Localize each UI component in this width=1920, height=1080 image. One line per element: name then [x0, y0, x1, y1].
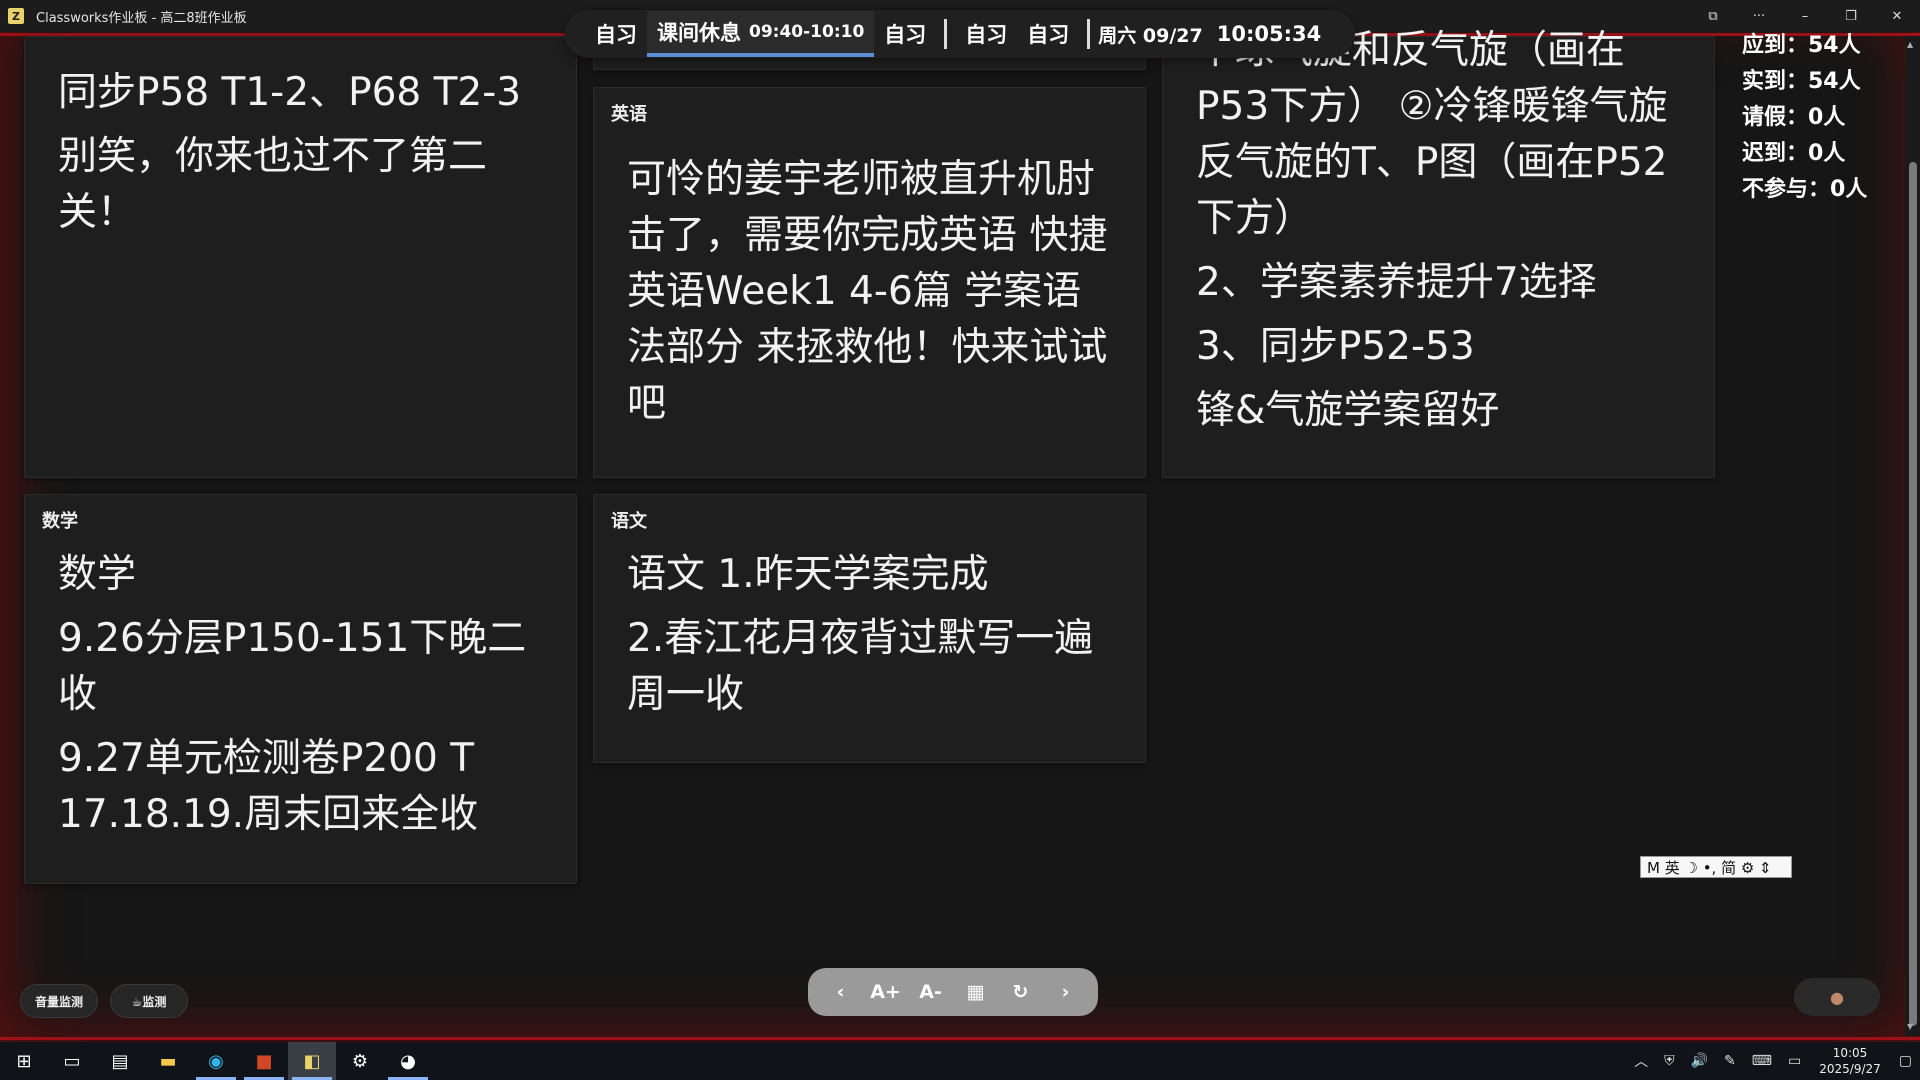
attendance-panel[interactable]: 应到：54人 实到：54人 请假：0人 迟到：0人 不参与：0人	[1742, 28, 1892, 208]
ime-status: M 英 ☽ •, 简 ⚙ ⇕	[1647, 858, 1772, 877]
card-title: 数学	[42, 511, 78, 532]
app-icon[interactable]: ▤	[96, 1042, 144, 1080]
taskbar-clock[interactable]: 10:05 2025/9/27	[1809, 1045, 1891, 1077]
homework-line: 数学	[58, 552, 137, 597]
attendance-present: 实到：54人	[1742, 69, 1861, 94]
schedule-divider	[1087, 19, 1091, 49]
taskbar: ⊞ ▭ ▤ ▬ ◉ ■ ◧ ⚙ ◕ ︿ ⛨ 🔊 ✎ ⌨ ▭ 10:05 2025…	[0, 1042, 1920, 1080]
card-content: 半球气旋和反气旋（画在P53下方） ②冷锋暖锋气旋反气旋的T、P图（画在P52下…	[1196, 23, 1689, 447]
pen-icon[interactable]: ✎	[1716, 1053, 1744, 1069]
scroll-up-icon[interactable]: ▲	[1907, 40, 1913, 49]
homework-card-top-right[interactable]: 半球气旋和反气旋（画在P53下方） ②冷锋暖锋气旋反气旋的T、P图（画在P52下…	[1162, 28, 1715, 478]
homework-line: 可怜的姜宇老师被直升机肘击了，需要你完成英语 快捷英语Week1 4-6篇 学案…	[627, 157, 1108, 426]
homework-line: 2.春江花月夜背过默写一遍 周一收	[627, 616, 1094, 717]
tray-chevron-icon[interactable]: ︿	[1626, 1051, 1656, 1071]
app-logo-icon: Z	[8, 8, 24, 24]
qq-icon[interactable]: ◕	[384, 1042, 432, 1080]
file-explorer-icon[interactable]: ▬	[144, 1042, 192, 1080]
homework-line: 2、学案素养提升7选择	[1196, 260, 1597, 305]
network-icon[interactable]: ⛨	[1656, 1053, 1683, 1069]
bottom-accent-line	[0, 1037, 1920, 1040]
period-time: 09:40-10:10	[749, 22, 865, 42]
schedule-divider	[944, 19, 948, 49]
font-increase-icon[interactable]: A+	[868, 981, 904, 1003]
homework-line: 同步P58 T1-2、P68 T2-3	[58, 70, 522, 115]
homework-line: 9.26分层P150-151下晚二收	[58, 616, 527, 717]
schedule-period: 自习	[595, 23, 637, 47]
avatar-icon[interactable]: ●	[1794, 978, 1880, 1016]
homework-line: 锋&气旋学案留好	[1196, 388, 1500, 433]
keyboard-icon[interactable]: ⌨	[1744, 1053, 1780, 1069]
schedule-period: 自习	[884, 23, 927, 47]
homework-card-chinese[interactable]: 语文 语文 1.昨天学案完成 2.春江花月夜背过默写一遍 周一收	[593, 494, 1146, 763]
schedule-period: 自习	[965, 23, 1008, 47]
display-icon[interactable]: ▭	[1780, 1053, 1809, 1069]
next-icon[interactable]: ›	[1048, 981, 1084, 1003]
taskbar-date: 2025/9/27	[1819, 1062, 1881, 1076]
notification-icon[interactable]: ▢	[1891, 1053, 1920, 1069]
schedule-period-current: 课间休息 09:40-10:10	[647, 11, 875, 57]
homework-line: 9.27单元检测卷P200 T 17.18.19.周末回来全收	[58, 736, 479, 837]
window-title: Classworks作业板 - 高二8班作业板	[36, 10, 247, 26]
homework-line: 语文 1.昨天学案完成	[627, 552, 989, 597]
attendance-due: 应到：54人	[1742, 33, 1861, 58]
card-content: 数学 9.26分层P150-151下晚二收 9.27单元检测卷P200 T 17…	[58, 547, 551, 851]
schedule-date: 周六 09/27	[1098, 24, 1203, 47]
card-content: 语文 1.昨天学案完成 2.春江花月夜背过默写一遍 周一收	[627, 547, 1120, 731]
homework-card-top-left[interactable]: 同步P58 T1-2、P68 T2-3 别笑，你来也过不了第二关！	[24, 36, 577, 478]
attendance-absent: 不参与：0人	[1742, 177, 1868, 202]
volume-monitor-button[interactable]: 音量监测	[20, 984, 98, 1018]
snap-icon[interactable]: ⧉	[1690, 0, 1736, 32]
powerpoint-icon[interactable]: ■	[240, 1042, 288, 1080]
app-window: Z Classworks作业板 - 高二8班作业板 ⧉ ··· – ❐ ✕ 同步…	[0, 0, 1920, 1042]
calendar-icon[interactable]: ▦	[958, 981, 994, 1003]
font-decrease-icon[interactable]: A-	[913, 981, 949, 1003]
scrollbar[interactable]: ▲ ▼	[1905, 36, 1920, 1036]
taskbar-time: 10:05	[1832, 1046, 1868, 1060]
schedule-bar: 自习 课间休息 09:40-10:10 自习 自习 自习 周六 09/27 10:…	[565, 10, 1355, 58]
ime-toolbar[interactable]: M 英 ☽ •, 简 ⚙ ⇕	[1640, 856, 1792, 878]
attendance-leave: 请假：0人	[1742, 105, 1846, 130]
volume-icon[interactable]: 🔊	[1683, 1053, 1716, 1069]
card-content: 同步P58 T1-2、P68 T2-3 别笑，你来也过不了第二关！	[58, 65, 551, 249]
schedule-clock: 10:05:34	[1216, 22, 1322, 46]
card-title: 语文	[611, 511, 647, 532]
homework-line: 3、同步P52-53	[1196, 324, 1475, 369]
start-icon[interactable]: ⊞	[0, 1042, 48, 1080]
monitor-button[interactable]: ☕监测	[110, 984, 188, 1018]
homework-card-math[interactable]: 数学 数学 9.26分层P150-151下晚二收 9.27单元检测卷P200 T…	[24, 494, 577, 884]
refresh-icon[interactable]: ↻	[1003, 981, 1039, 1003]
task-view-icon[interactable]: ▭	[48, 1042, 96, 1080]
homework-card-english[interactable]: 英语 可怜的姜宇老师被直升机肘击了，需要你完成英语 快捷英语Week1 4-6篇…	[593, 87, 1146, 478]
settings-icon[interactable]: ⚙	[336, 1042, 384, 1080]
card-title: 英语	[611, 104, 647, 125]
system-tray: ︿ ⛨ 🔊 ✎ ⌨ ▭ 10:05 2025/9/27 ▢	[1626, 1042, 1920, 1080]
bottom-toolbar: ‹ A+ A- ▦ ↻ ›	[808, 968, 1098, 1016]
prev-icon[interactable]: ‹	[823, 981, 859, 1003]
card-content: 可怜的姜宇老师被直升机肘击了，需要你完成英语 快捷英语Week1 4-6篇 学案…	[627, 152, 1120, 440]
classworks-icon[interactable]: ◧	[288, 1042, 336, 1080]
homework-line: 别笑，你来也过不了第二关！	[58, 134, 488, 235]
attendance-late: 迟到：0人	[1742, 141, 1846, 166]
scroll-down-icon[interactable]: ▼	[1907, 1022, 1913, 1031]
edge-icon[interactable]: ◉	[192, 1042, 240, 1080]
schedule-period: 自习	[1027, 23, 1070, 47]
scroll-thumb[interactable]	[1909, 162, 1917, 1026]
